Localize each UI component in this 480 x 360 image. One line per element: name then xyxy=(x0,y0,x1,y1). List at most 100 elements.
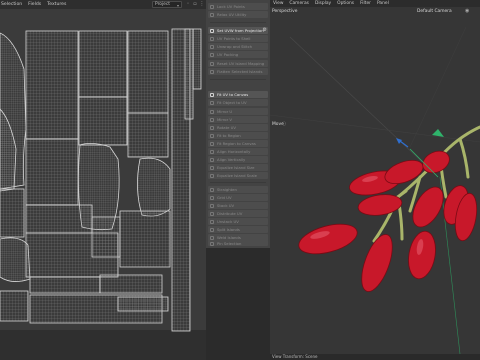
palette-item-label: Distribute UV xyxy=(217,211,243,216)
palette-item[interactable]: Fit to Region xyxy=(208,132,268,139)
viewport-menu-filter[interactable]: Filter xyxy=(360,1,371,6)
palette-item[interactable]: Rotate UV xyxy=(208,124,268,131)
palette-item-set-uvw[interactable]: Set UVW from Projection ⚙ xyxy=(208,27,268,34)
viewport-perspective-label: Perspective xyxy=(272,9,298,14)
palette-item[interactable]: Equalize Island Scale xyxy=(208,172,268,179)
command-icon xyxy=(210,52,214,57)
palette-item-label: Align Vertically xyxy=(217,157,246,162)
palette-item-label: UV Points to Shell xyxy=(217,36,251,41)
palette-item-label: Lock UV Points xyxy=(217,4,245,9)
uv-tool-icon-1[interactable]: ◦ xyxy=(185,1,191,7)
palette-item[interactable]: Mirror U xyxy=(208,108,268,115)
palette-item-label: Align Horizontally xyxy=(217,149,251,154)
uv-menu-fields[interactable]: Fields xyxy=(28,2,41,7)
palette-item-label: Fit Object to UV xyxy=(217,100,247,105)
palette-item-label: Flatten Selected Islands xyxy=(217,69,263,74)
viewport-menu-cameras[interactable]: Cameras xyxy=(289,1,309,6)
palette-item[interactable]: Stack UV xyxy=(208,202,268,209)
palette-item-label: Unstack UV xyxy=(217,219,239,224)
palette-item[interactable]: Align Vertically xyxy=(208,156,268,163)
palette-item-label: Relax UV Utility xyxy=(217,12,247,17)
palette-item[interactable]: Mirror V xyxy=(208,116,268,123)
command-icon xyxy=(210,165,214,170)
palette-item[interactable]: Unstack UV xyxy=(208,218,268,225)
palette-item-label: Mirror V xyxy=(217,117,232,122)
viewport-status-bar: View Transform: Scene xyxy=(270,354,480,360)
palette-item[interactable]: UV Packing xyxy=(208,51,268,58)
palette-item-label: Unwrap and Stitch xyxy=(217,44,253,49)
palette-item[interactable]: Lock UV Points xyxy=(208,3,268,10)
move-options-icon[interactable]: ◌ xyxy=(282,121,286,127)
palette-item-label: UV Packing xyxy=(217,52,239,57)
command-icon xyxy=(210,4,214,9)
viewport-camera-label[interactable]: Default Camera xyxy=(417,9,452,14)
command-icon xyxy=(210,157,214,162)
command-icon xyxy=(210,149,214,154)
palette-divider xyxy=(210,79,266,80)
command-icon xyxy=(210,235,214,240)
viewport-menubar: View Cameras Display Options Filter Pane… xyxy=(270,0,480,7)
palette-item-label: Equalize Island Size xyxy=(217,165,255,170)
palette-item-label: Fit to Region xyxy=(217,133,241,138)
command-icon xyxy=(210,117,214,122)
camera-settings-icon[interactable]: ◉ xyxy=(465,8,469,14)
palette-item[interactable]: Align Horizontally xyxy=(208,148,268,155)
uv-tool-icon-2[interactable]: ▫ xyxy=(192,1,198,7)
project-select-value: Project xyxy=(155,2,171,7)
command-icon xyxy=(210,173,214,178)
command-icon xyxy=(210,203,214,208)
command-icon xyxy=(210,28,214,33)
viewport-status-text: View Transform: Scene xyxy=(272,354,318,359)
palette-item[interactable]: Distribute UV xyxy=(208,210,268,217)
command-icon xyxy=(210,100,214,105)
uv-command-palette: Lock UV Points Relax UV Utility Set UVW … xyxy=(206,0,270,248)
uv-menu-selection[interactable]: Selection xyxy=(1,2,22,7)
command-icon xyxy=(210,109,214,114)
command-icon xyxy=(210,125,214,130)
command-icon xyxy=(210,195,214,200)
viewport-3d: View Cameras Display Options Filter Pane… xyxy=(270,0,480,360)
command-icon xyxy=(210,36,214,41)
uv-tool-icon-3[interactable]: ⋮ xyxy=(199,1,205,7)
palette-item-label: Grid UV xyxy=(217,195,232,200)
uv-editor-panel: Selection Fields Textures Project ▾ ◦ ▫ … xyxy=(0,0,206,360)
palette-item-label: Pin Selection xyxy=(217,240,242,246)
palette-item[interactable]: Unwrap and Stitch xyxy=(208,43,268,50)
palette-item[interactable]: Fit Object to UV xyxy=(208,99,268,106)
palette-item[interactable]: Flatten Selected Islands xyxy=(208,68,268,75)
viewport-menu-options[interactable]: Options xyxy=(337,1,354,6)
palette-item-label: Split Islands xyxy=(217,227,240,232)
palette-item[interactable]: Relax UV Utility xyxy=(208,11,268,18)
palette-item-label: Rotate UV xyxy=(217,125,237,130)
palette-item-label: Mirror U xyxy=(217,109,233,114)
command-icon xyxy=(210,241,214,246)
palette-item[interactable]: Equalize Island Size xyxy=(208,164,268,171)
palette-item-label: Stack UV xyxy=(217,203,235,208)
viewport-menu-view[interactable]: View xyxy=(273,1,283,6)
palette-item-label: Reset UV Island Mapping xyxy=(217,61,265,66)
palette-item-fit-uv[interactable]: Fit UV to Canvas xyxy=(208,91,268,98)
palette-item[interactable]: Fit Region to Canvas xyxy=(208,140,268,147)
viewport-canvas[interactable] xyxy=(270,7,480,354)
command-icon xyxy=(210,211,214,216)
palette-item-label: Set UVW from Projection xyxy=(217,28,264,33)
app-window: Selection Fields Textures Project ▾ ◦ ▫ … xyxy=(0,0,480,360)
uv-menu-textures[interactable]: Textures xyxy=(47,2,66,7)
command-icon xyxy=(210,227,214,232)
gear-icon[interactable]: ⚙ xyxy=(263,27,267,33)
palette-item-label: Straighten xyxy=(217,187,237,192)
palette-item[interactable]: Grid UV xyxy=(208,194,268,201)
project-select[interactable]: Project ▾ xyxy=(152,1,182,8)
palette-item-label: Equalize Island Scale xyxy=(217,173,257,178)
palette-item[interactable]: UV Points to Shell xyxy=(208,35,268,42)
palette-item[interactable]: Straighten xyxy=(208,186,268,193)
uv-canvas[interactable] xyxy=(0,9,206,360)
palette-item[interactable]: Split Islands xyxy=(208,226,268,233)
viewport-menu-panel[interactable]: Panel xyxy=(377,1,389,6)
command-icon xyxy=(210,133,214,138)
viewport-menu-display[interactable]: Display xyxy=(315,1,331,6)
palette-item[interactable]: Pin Selection xyxy=(208,240,268,246)
command-icon xyxy=(210,12,214,17)
palette-item[interactable]: Reset UV Island Mapping xyxy=(208,60,268,67)
palette-item-label: Fit UV to Canvas xyxy=(217,92,249,97)
